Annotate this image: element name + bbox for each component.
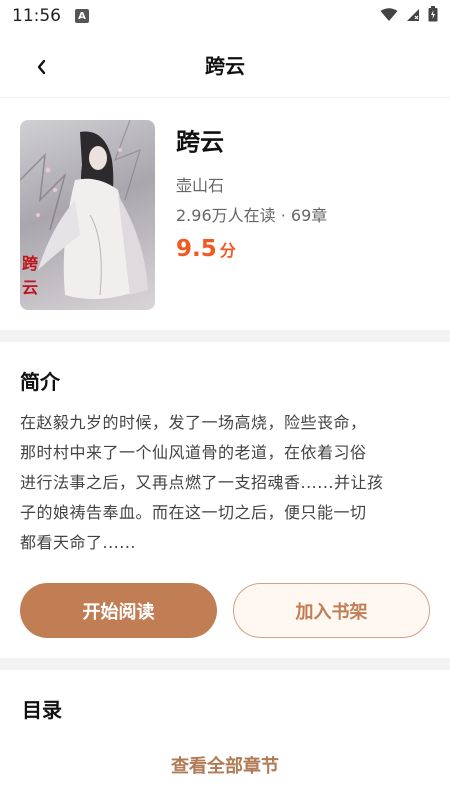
status-icons (380, 6, 438, 26)
intro-line: 在赵毅九岁的时候，发了一场高烧，险些丧命， (20, 413, 367, 432)
book-meta: 2.96万人在读 · 69章 (176, 206, 328, 225)
section-divider (0, 658, 450, 670)
book-info: 跨云 跨云 壶山石 2.96万人在读 · 69章 9.5 分 (0, 98, 450, 330)
page-title: 跨云 (205, 54, 245, 78)
book-rating: 9.5 分 (176, 236, 236, 262)
rating-unit: 分 (219, 241, 236, 260)
notification-icon: A (75, 9, 89, 23)
add-to-shelf-button[interactable]: 加入书架 (233, 583, 430, 638)
intro-text: 在赵毅九岁的时候，发了一场高烧，险些丧命， 那时村中来了一个仙风道骨的老道，在依… (20, 408, 430, 558)
book-title: 跨云 (176, 128, 224, 156)
intro-line: 那时村中来了一个仙风道骨的老道，在依着习俗 (20, 443, 367, 462)
book-author[interactable]: 壶山石 (176, 172, 224, 196)
wifi-icon (380, 7, 398, 26)
intro-line: 都看天命了...... (20, 533, 137, 552)
chevron-left-icon (37, 59, 46, 75)
signal-icon (406, 7, 420, 26)
view-all-chapters-link[interactable]: 查看全部章节 (0, 752, 450, 778)
book-cover[interactable]: 跨云 (20, 120, 155, 310)
toc-heading: 目录 (22, 698, 62, 722)
cover-title-text: 跨云 (22, 254, 39, 297)
start-reading-button[interactable]: 开始阅读 (20, 583, 217, 638)
back-button[interactable] (26, 52, 56, 82)
intro-line: 子的娘祷告奉血。而在这一切之后，便只能一切 (20, 503, 367, 522)
battery-icon (428, 6, 438, 26)
rating-value: 9.5 (176, 236, 217, 262)
nav-bar: 跨云 (0, 32, 450, 98)
cover-art (20, 120, 148, 299)
intro-heading: 简介 (20, 370, 60, 394)
status-bar: 11:56 A (0, 0, 450, 32)
section-divider (0, 330, 450, 342)
status-time: 11:56 (12, 6, 61, 26)
intro-line: 进行法事之后，又再点燃了一支招魂香......并让孩 (20, 473, 384, 492)
